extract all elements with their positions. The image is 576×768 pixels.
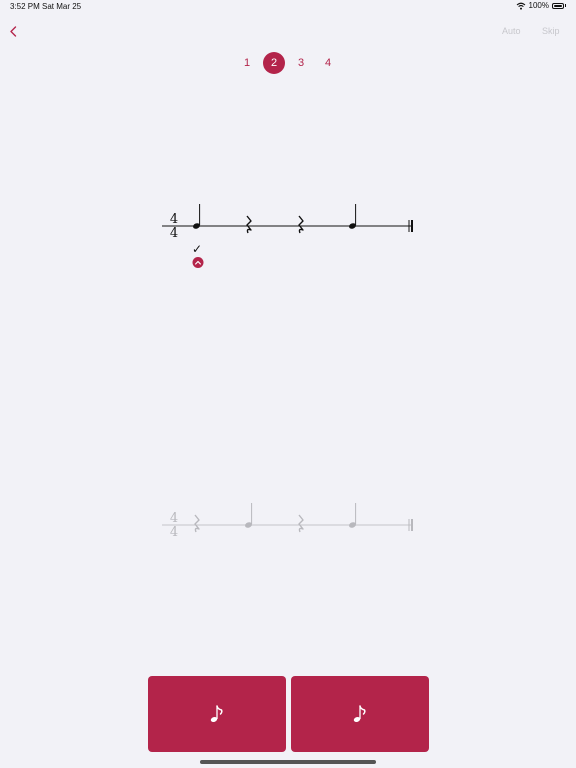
eighth-note-icon — [210, 705, 223, 723]
home-indicator[interactable] — [200, 760, 376, 764]
quarter-rest-icon — [194, 514, 200, 533]
eighth-note-icon — [353, 705, 366, 723]
answer-button-right[interactable] — [291, 676, 429, 752]
quarter-rest-icon — [298, 514, 304, 533]
time-signature-bottom: 4 — [170, 525, 178, 540]
time-signature-top: 4 — [170, 511, 178, 526]
quarter-note-icon — [349, 503, 357, 528]
answer-button-left[interactable] — [148, 676, 286, 752]
rhythm-staff-preview: 4 4 — [162, 503, 413, 540]
quarter-note-icon — [245, 503, 253, 528]
